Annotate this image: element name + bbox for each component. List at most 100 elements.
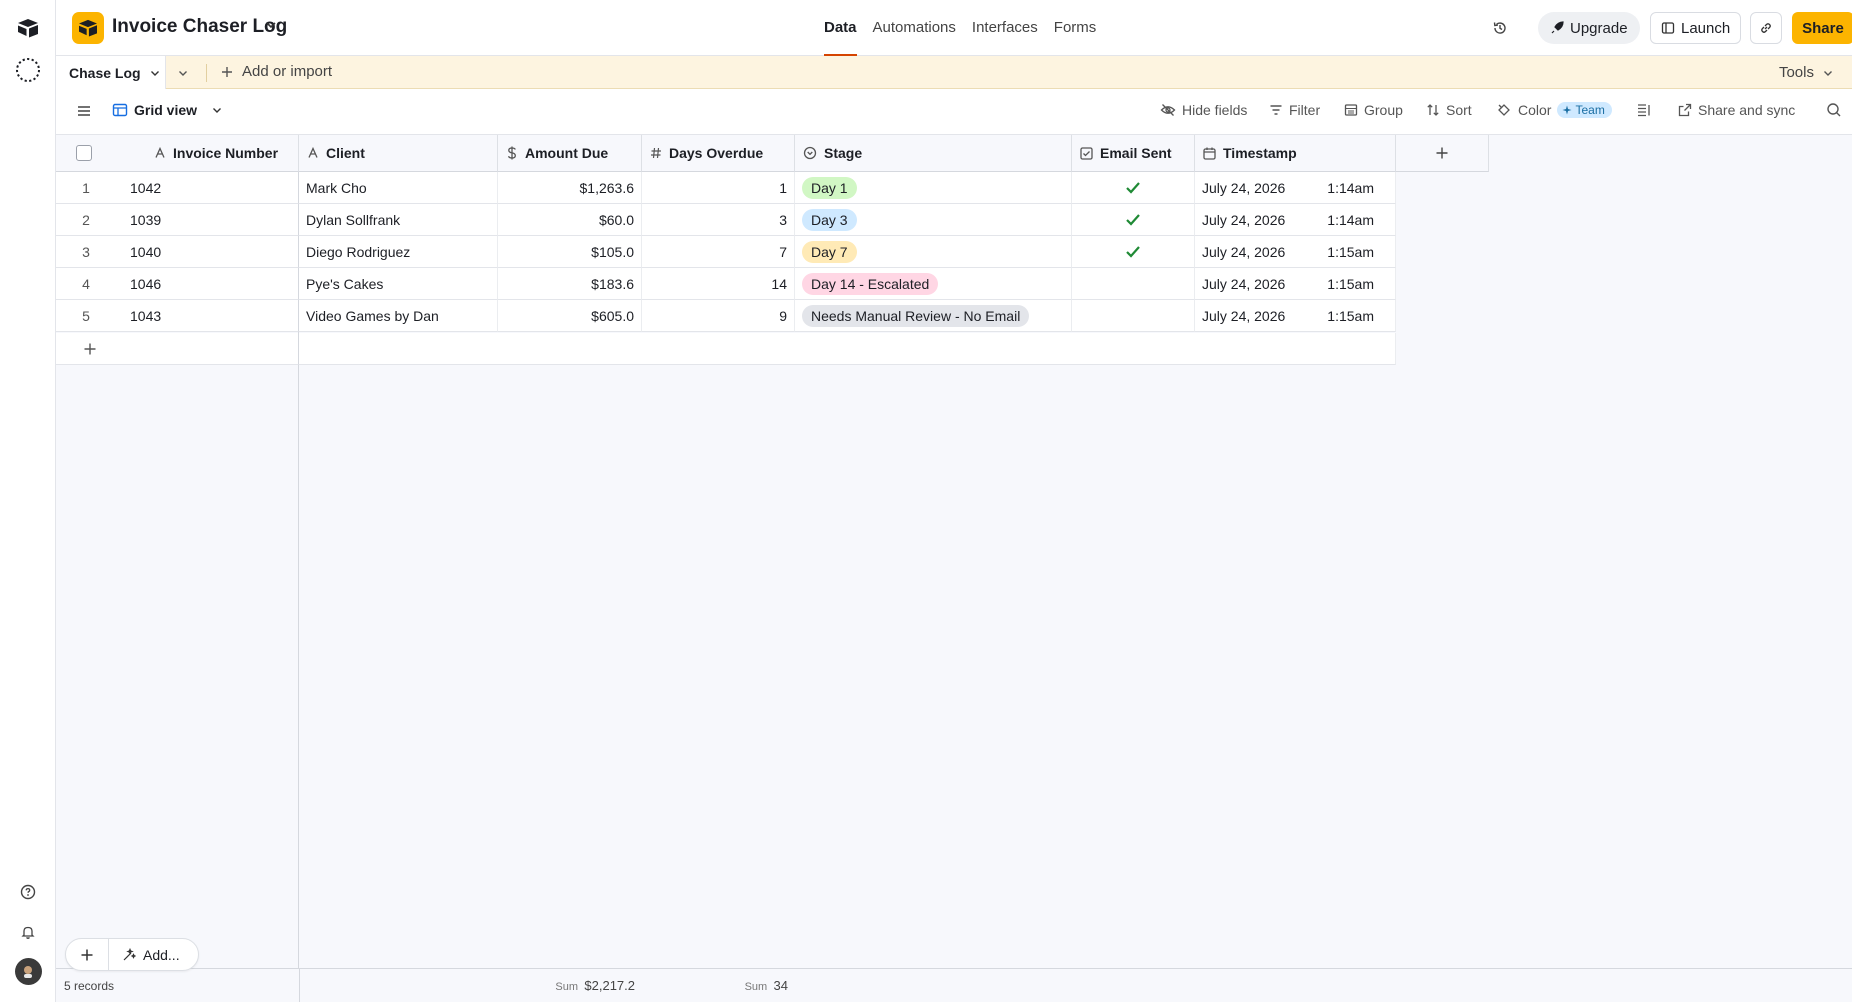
email-sent-cell[interactable] <box>1072 236 1195 268</box>
amount-due-cell[interactable]: $105.0 <box>498 236 642 268</box>
amount-due-cell[interactable]: $605.0 <box>498 300 642 332</box>
primary-cell[interactable]: 5 1043 <box>56 300 299 332</box>
chevron-down-icon[interactable] <box>149 67 161 79</box>
summary-bar: 5 records Sum $2,217.2 Sum 34 <box>56 968 1852 1002</box>
timestamp-cell[interactable]: July 24, 2026 1:15am <box>1195 268 1396 300</box>
search-icon[interactable] <box>1826 102 1842 118</box>
days-sum-value: 34 <box>773 978 788 993</box>
add-record-button[interactable] <box>56 333 299 365</box>
record-count: 5 records <box>64 979 115 993</box>
base-logo-icon[interactable] <box>72 12 104 44</box>
column-label: Stage <box>824 145 863 161</box>
filter-label: Filter <box>1289 102 1321 118</box>
paint-bucket-icon <box>1498 104 1510 116</box>
column-header-stage[interactable]: Stage <box>795 135 1072 172</box>
select-all-checkbox[interactable] <box>76 145 92 161</box>
base-title[interactable]: Invoice Chaser Log <box>112 16 287 38</box>
tab-interfaces[interactable]: Interfaces <box>972 0 1038 56</box>
external-link-icon <box>1678 103 1692 117</box>
email-sent-cell[interactable] <box>1072 300 1195 332</box>
copy-link-button[interactable] <box>1750 12 1782 44</box>
column-header-amount-due[interactable]: Amount Due <box>498 135 642 172</box>
email-sent-cell[interactable] <box>1072 268 1195 300</box>
amount-due-cell[interactable]: $183.6 <box>498 268 642 300</box>
sum-label: Sum <box>555 981 579 993</box>
tab-automations[interactable]: Automations <box>873 0 956 56</box>
client-cell[interactable]: Pye's Cakes <box>299 268 498 300</box>
client-cell[interactable]: Video Games by Dan <box>299 300 498 332</box>
add-record-row-fill[interactable] <box>299 333 1396 365</box>
history-icon[interactable] <box>1488 16 1512 40</box>
sort-button[interactable]: Sort <box>1426 102 1472 118</box>
client-cell[interactable]: Dylan Sollfrank <box>299 204 498 236</box>
timestamp-cell[interactable]: July 24, 2026 1:14am <box>1195 172 1396 204</box>
tab-forms[interactable]: Forms <box>1054 0 1097 56</box>
table-tab-chase-log[interactable]: Chase Log <box>56 56 166 89</box>
user-avatar[interactable] <box>14 957 42 985</box>
share-button[interactable]: Share <box>1792 12 1852 44</box>
days-overdue-summary[interactable]: Sum 34 <box>642 978 795 993</box>
column-header-days-overdue[interactable]: Days Overdue <box>642 135 795 172</box>
primary-cell[interactable]: 1 1042 <box>56 172 299 204</box>
launch-button[interactable]: Launch <box>1650 12 1742 44</box>
add-or-import-button[interactable]: Add or import <box>220 63 332 80</box>
upgrade-button[interactable]: Upgrade <box>1538 12 1640 44</box>
stage-pill: Day 7 <box>802 240 857 263</box>
email-sent-cell[interactable] <box>1072 204 1195 236</box>
column-header-invoice-number[interactable]: Invoice Number <box>56 135 299 172</box>
stage-cell[interactable]: Day 14 - Escalated <box>795 268 1072 300</box>
primary-cell[interactable]: 4 1046 <box>56 268 299 300</box>
days-overdue-cell[interactable]: 14 <box>642 268 795 300</box>
plus-icon <box>1436 147 1448 159</box>
column-header-timestamp[interactable]: Timestamp <box>1195 135 1396 172</box>
app-logo-icon[interactable] <box>14 14 42 42</box>
timestamp-cell[interactable]: July 24, 2026 1:15am <box>1195 300 1396 332</box>
share-and-sync-button[interactable]: Share and sync <box>1678 102 1795 118</box>
tools-menu[interactable]: Tools <box>1779 64 1834 81</box>
amount-due-cell[interactable]: $60.0 <box>498 204 642 236</box>
chevron-down-icon[interactable] <box>264 18 278 36</box>
notifications-bell-icon[interactable] <box>14 918 42 946</box>
text-field-icon <box>308 147 318 158</box>
stage-cell[interactable]: Day 3 <box>795 204 1072 236</box>
add-with-ai-button[interactable]: Add... <box>109 947 180 963</box>
amount-due-summary[interactable]: Sum $2,217.2 <box>498 978 642 993</box>
add-record-plus-button[interactable] <box>66 939 109 970</box>
filter-button[interactable]: Filter <box>1269 102 1320 118</box>
hide-fields-button[interactable]: Hide fields <box>1160 102 1247 118</box>
days-overdue-cell[interactable]: 3 <box>642 204 795 236</box>
workspace-omni-icon[interactable] <box>14 56 42 84</box>
column-header-email-sent[interactable]: Email Sent <box>1072 135 1195 172</box>
amount-due-cell[interactable]: $1,263.6 <box>498 172 642 204</box>
add-record-row[interactable] <box>56 333 1396 365</box>
stage-pill: Day 14 - Escalated <box>802 272 939 295</box>
help-icon[interactable] <box>14 878 42 906</box>
stage-cell[interactable]: Day 7 <box>795 236 1072 268</box>
days-overdue-cell[interactable]: 1 <box>642 172 795 204</box>
row-height-icon[interactable] <box>1636 102 1652 118</box>
row-number: 4 <box>82 275 90 292</box>
primary-cell[interactable]: 3 1040 <box>56 236 299 268</box>
plus-icon <box>84 343 96 354</box>
filter-icon <box>1270 105 1282 115</box>
stage-cell[interactable]: Day 1 <box>795 172 1072 204</box>
timestamp-cell[interactable]: July 24, 2026 1:15am <box>1195 236 1396 268</box>
client-cell[interactable]: Diego Rodriguez <box>299 236 498 268</box>
tab-data[interactable]: Data <box>824 0 857 56</box>
email-sent-cell[interactable] <box>1072 172 1195 204</box>
group-button[interactable]: Group <box>1344 102 1403 118</box>
view-switcher[interactable]: Grid view <box>112 102 223 118</box>
stage-cell[interactable]: Needs Manual Review - No Email <box>795 300 1072 332</box>
days-overdue-cell[interactable]: 9 <box>642 300 795 332</box>
all-tables-chevron-icon[interactable] <box>174 64 192 82</box>
primary-cell[interactable]: 2 1039 <box>56 204 299 236</box>
sidebar-toggle-icon[interactable] <box>76 103 92 119</box>
checkmark-icon <box>1126 245 1140 258</box>
timestamp-cell[interactable]: July 24, 2026 1:14am <box>1195 204 1396 236</box>
column-header-client[interactable]: Client <box>299 135 498 172</box>
days-overdue-cell[interactable]: 7 <box>642 236 795 268</box>
client-cell[interactable]: Mark Cho <box>299 172 498 204</box>
color-button[interactable]: Color Team <box>1496 102 1612 118</box>
add-field-button[interactable] <box>1396 135 1489 172</box>
invoice-number-value: 1042 <box>130 179 162 196</box>
